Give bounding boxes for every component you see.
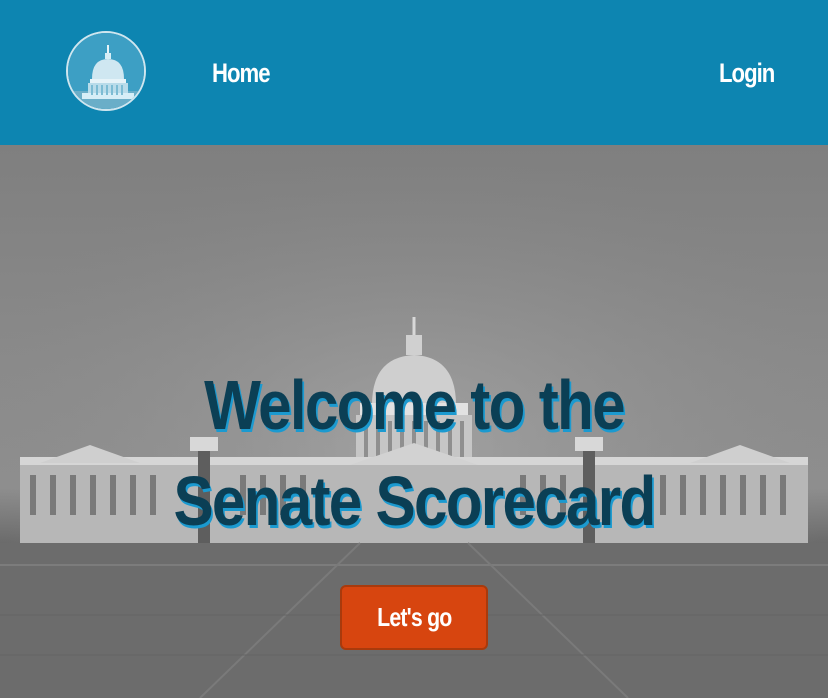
nav-login-link[interactable]: Login xyxy=(719,56,775,90)
lets-go-button[interactable]: Let's go xyxy=(340,585,488,650)
capitol-dome-icon[interactable] xyxy=(66,31,146,111)
hero-title-text: Welcome to the Senate Scorecard xyxy=(173,366,656,540)
lets-go-button-label: Let's go xyxy=(376,602,452,632)
nav-home-link[interactable]: Home xyxy=(212,56,271,90)
navbar: Home Login xyxy=(0,0,828,145)
hero-section: Welcome to the Senate Scorecard Let's go xyxy=(0,145,828,698)
hero-title: Welcome to the Senate Scorecard xyxy=(64,357,764,549)
